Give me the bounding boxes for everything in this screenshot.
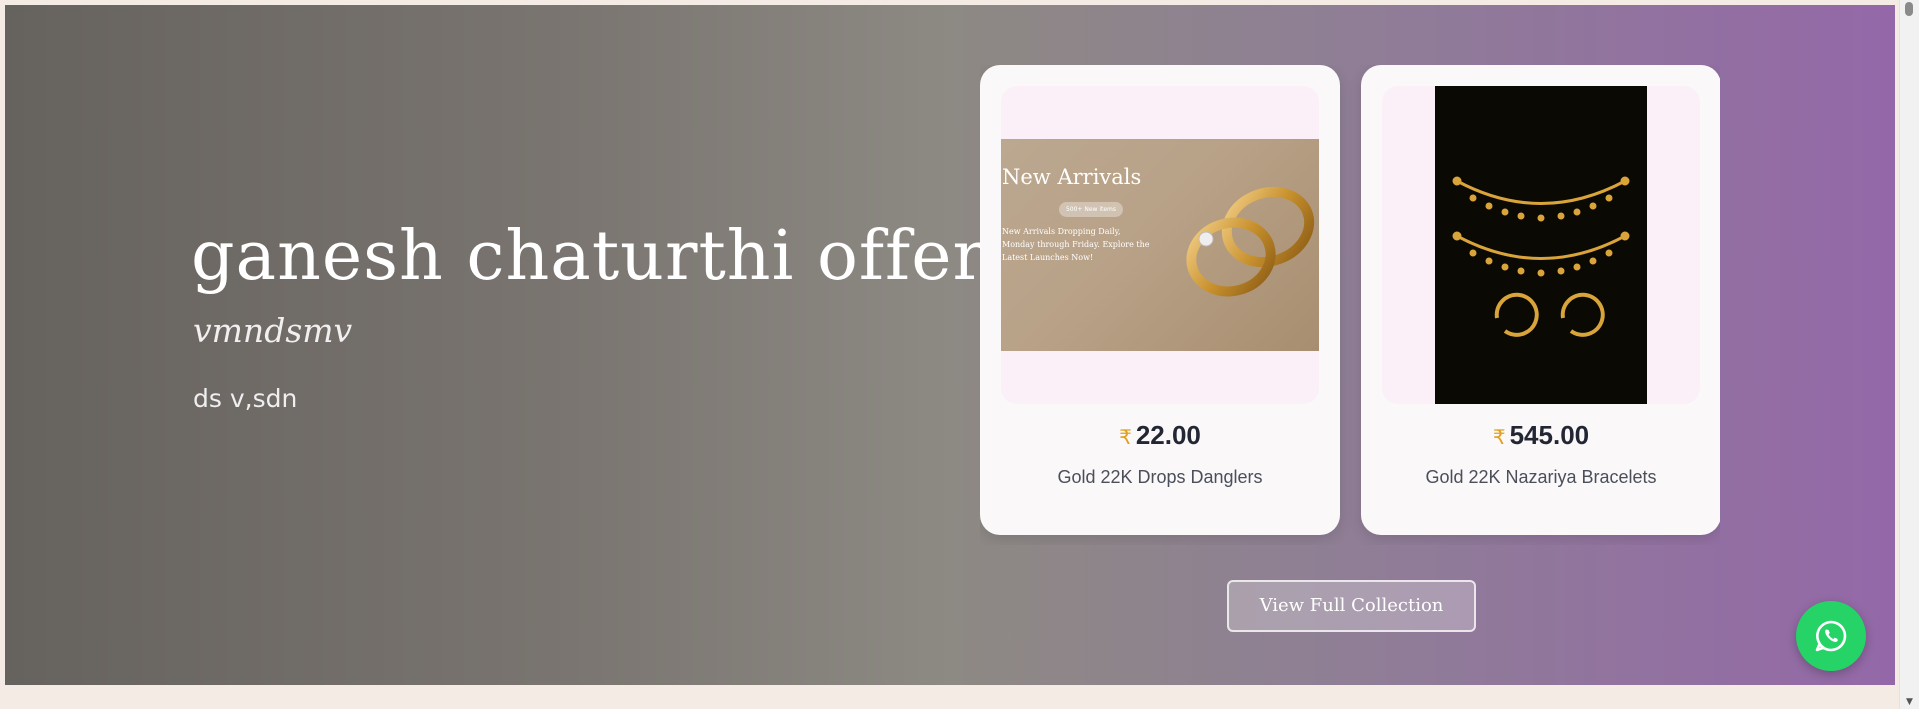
hero-subtitle: vmndsmv <box>193 310 353 350</box>
scroll-thumb[interactable] <box>1905 2 1913 16</box>
vertical-scrollbar[interactable]: ▲ ▼ <box>1899 0 1919 709</box>
bracelets-image <box>1435 86 1647 404</box>
product-card[interactable]: ₹545.00 Gold 22K Nazariya Bracelets <box>1361 65 1720 535</box>
whatsapp-icon <box>1815 620 1847 652</box>
hero-title: ganesh chaturthi offer <box>191 217 986 296</box>
product-name[interactable]: Gold 22K Nazariya Bracelets <box>1361 467 1720 488</box>
product-card[interactable]: New Arrivals 500+ New items New Arrivals… <box>980 65 1340 535</box>
new-arrivals-banner-image: New Arrivals 500+ New items New Arrivals… <box>1001 139 1319 351</box>
hero-description: ds v,sdn <box>193 383 298 413</box>
scroll-down-arrow-icon[interactable]: ▼ <box>1900 695 1919 709</box>
price-value: 22.00 <box>1135 420 1201 450</box>
hero-banner: ganesh chaturthi offer vmndsmv ds v,sdn … <box>5 5 1895 685</box>
view-full-collection-button[interactable]: View Full Collection <box>1227 580 1476 632</box>
product-image[interactable]: New Arrivals 500+ New items New Arrivals… <box>1001 86 1319 404</box>
gold-bracelets-graphic <box>1452 176 1630 337</box>
product-name[interactable]: Gold 22K Drops Danglers <box>980 467 1340 488</box>
rupee-icon: ₹ <box>1119 427 1132 449</box>
product-carousel: New Arrivals 500+ New items New Arrivals… <box>980 65 1720 545</box>
product-price: ₹22.00 <box>980 420 1340 451</box>
gold-rings-graphic <box>1186 186 1315 297</box>
hero-text-block: ganesh chaturthi offer vmndsmv ds v,sdn <box>191 217 986 413</box>
price-value: 545.00 <box>1509 420 1590 450</box>
product-price: ₹545.00 <box>1361 420 1720 451</box>
page: ganesh chaturthi offer vmndsmv ds v,sdn … <box>0 0 1919 709</box>
rupee-icon: ₹ <box>1492 427 1506 449</box>
product-image[interactable] <box>1382 86 1700 404</box>
whatsapp-button[interactable] <box>1796 601 1866 671</box>
